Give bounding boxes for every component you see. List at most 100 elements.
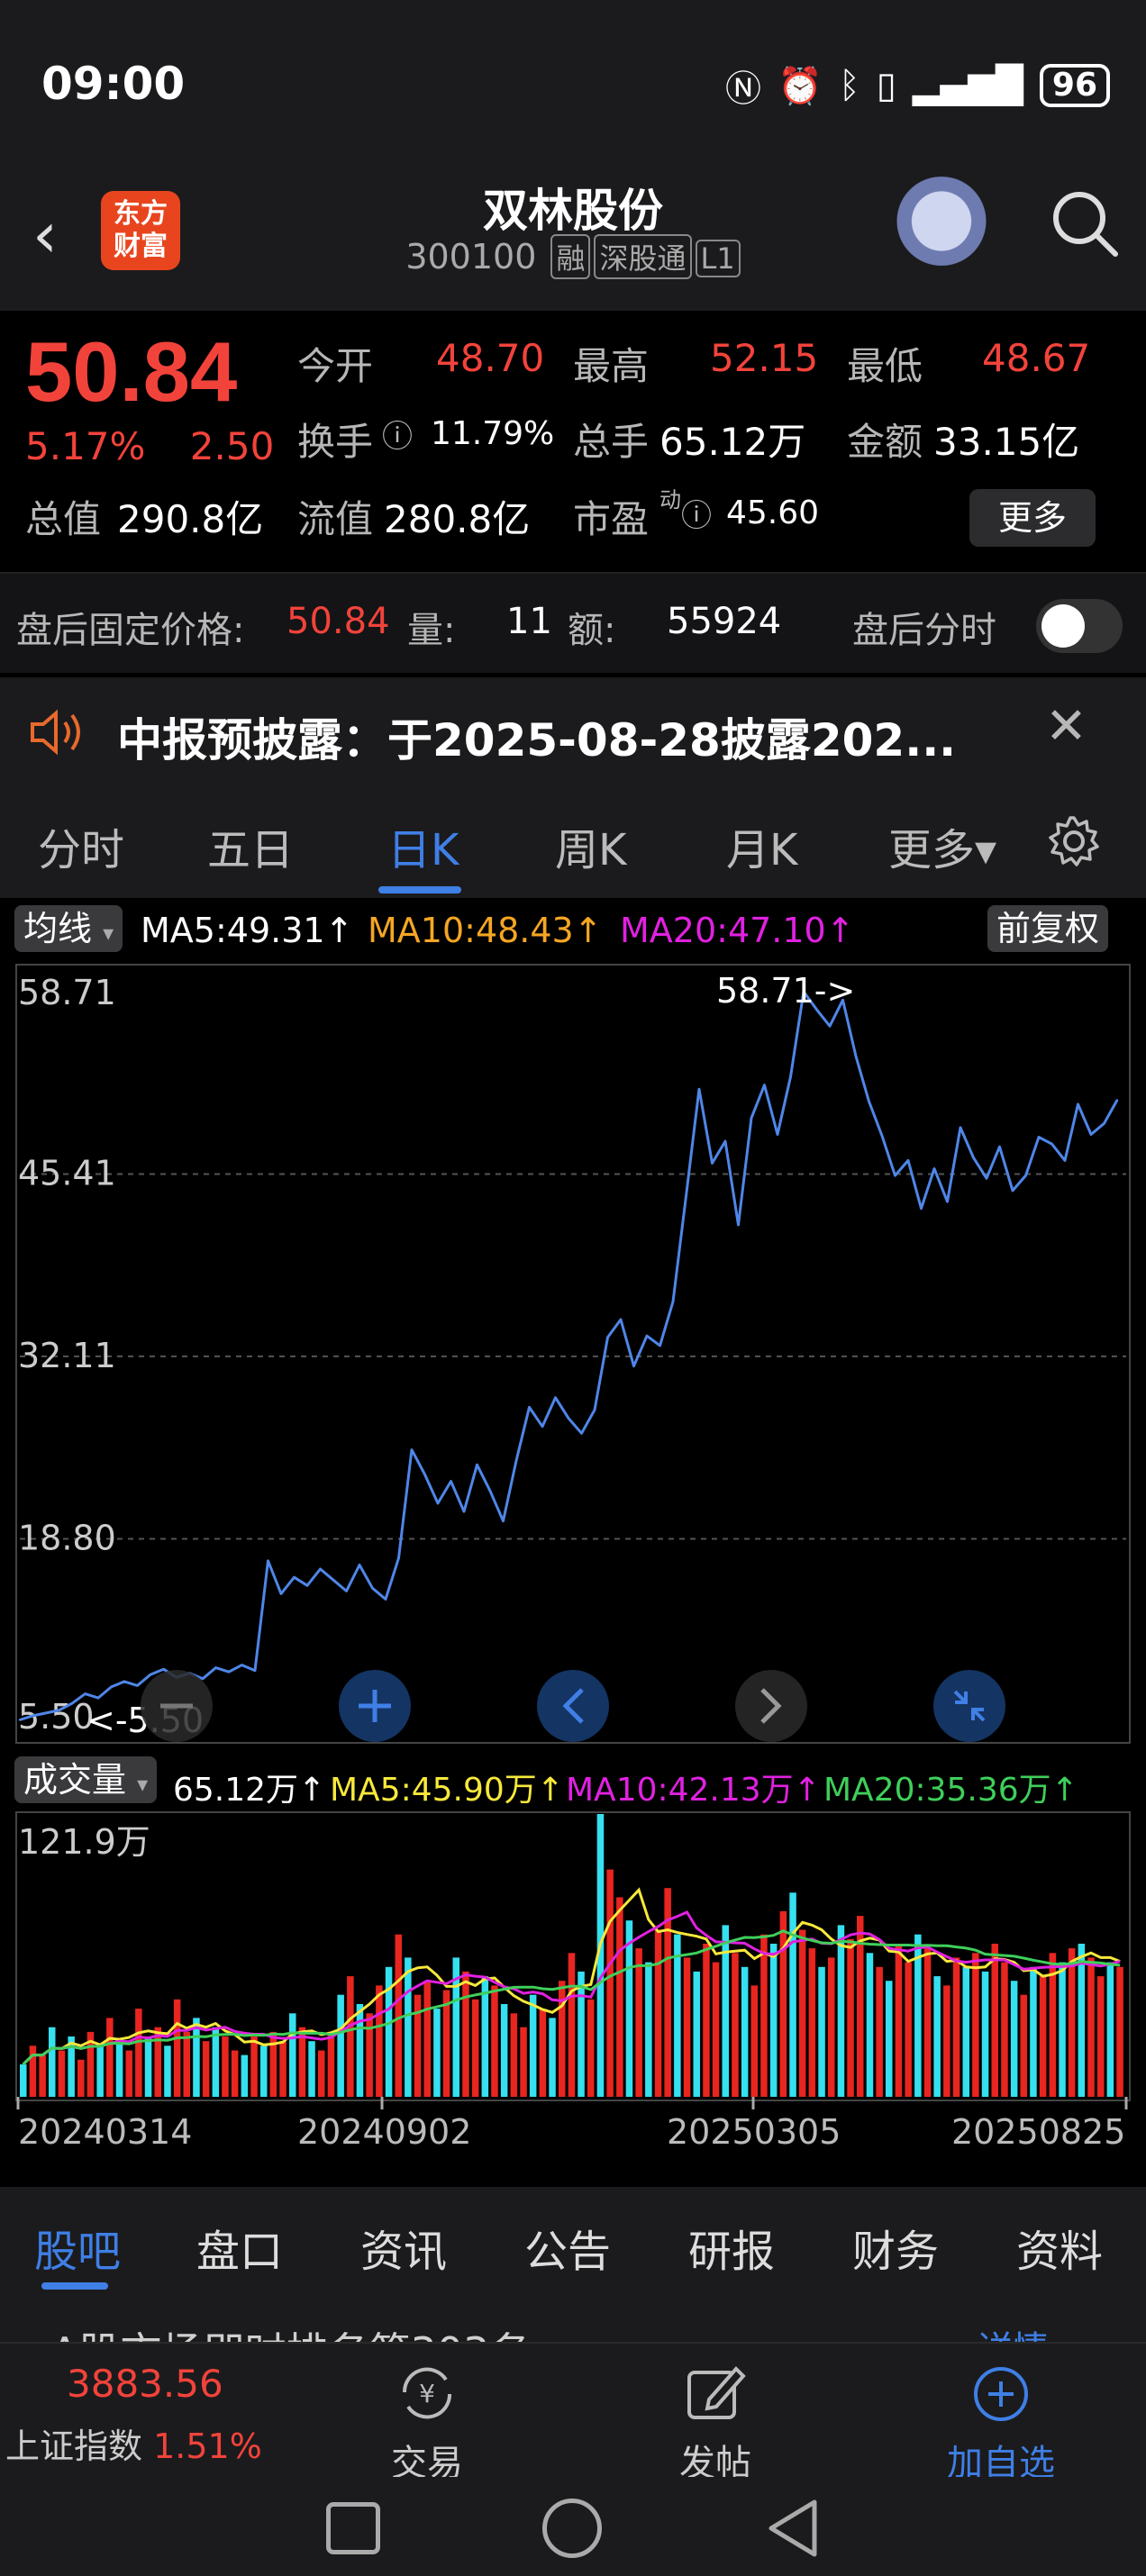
index-widget[interactable]: 3883.56 上证指数 1.51% (0, 2362, 270, 2468)
status-bar: 09:00 Ⓝ ⏰ ᛒ ▯ ▂▄▆█ 96 (0, 0, 1146, 162)
price-point (1115, 1099, 1119, 1102)
vol-ma10-label: MA10:42.13万↑ (566, 1772, 821, 1809)
tab-research[interactable]: 研报 (688, 2216, 775, 2279)
price-point (410, 1448, 414, 1451)
price-point (345, 1590, 348, 1592)
tab-weekly-k[interactable]: 周K (555, 814, 626, 877)
tab-more[interactable]: 更多▾ (888, 814, 996, 877)
ma20-label: MA20:47.10↑ (620, 911, 855, 950)
indicator-selector[interactable]: 均线 ▾ (14, 905, 123, 952)
price-point (462, 1510, 466, 1513)
volume-bar (952, 1957, 960, 2097)
volume-selector[interactable]: 成交量 ▾ (14, 1756, 158, 1803)
volume-bar (135, 2009, 142, 2097)
date-tick-label: 20250825 (951, 2112, 1125, 2152)
volume-bar (39, 2054, 46, 2097)
volume-bar (1030, 1966, 1037, 2097)
volume-bar (587, 1999, 595, 2097)
price-axis-label: 45.41 (18, 1153, 116, 1193)
recent-apps-button[interactable] (326, 2502, 380, 2554)
pe-superscript: 动 (659, 487, 681, 512)
tab-order-book[interactable]: 盘口 (196, 2216, 283, 2279)
volume-bar (423, 1981, 431, 2097)
tab-profile[interactable]: 资料 (1016, 2216, 1103, 2279)
more-button[interactable]: 更多 (969, 489, 1096, 547)
ma-legend-row: 均线 ▾ MA5:49.31↑ MA10:48.43↑ MA20:47.10↑ … (0, 898, 1146, 957)
details-link[interactable]: 详情» (977, 2320, 1070, 2342)
volume-bar (433, 2009, 441, 2097)
tab-news[interactable]: 资讯 (360, 2216, 447, 2279)
price-point (541, 1425, 544, 1428)
indicator-selector-label: 均线 (23, 909, 93, 948)
info-icon[interactable]: ⓘ (382, 412, 413, 456)
volume-bar (789, 1892, 796, 2097)
back-nav-button[interactable] (764, 2497, 822, 2560)
tab-guba[interactable]: 股吧 (34, 2216, 121, 2279)
volume-bar (462, 1971, 469, 2097)
status-icons: Ⓝ ⏰ ᛒ ▯ ▂▄▆█ 96 (725, 59, 1110, 112)
volume-bar (269, 2031, 277, 2097)
rank-teaser[interactable]: A股市场即时排名第303名 详情» (0, 2297, 1146, 2342)
volume-bar (895, 1944, 903, 2097)
price-point (737, 1223, 740, 1227)
volume-bar (395, 1934, 402, 2097)
price-axis-label: 18.80 (18, 1519, 116, 1558)
tab-announcements[interactable]: 公告 (524, 2216, 611, 2279)
trade-button[interactable]: ¥ 交易 (373, 2362, 481, 2486)
price-point (828, 1025, 832, 1028)
close-icon[interactable]: ✕ (1045, 697, 1087, 756)
date-axis: 20240314 20240902 20250305 20250825 (16, 2097, 1128, 2152)
tab-financials[interactable]: 财务 (852, 2216, 939, 2279)
volume-chart[interactable]: 121.9万 20240314 20240902 20250305 20250825 (0, 1809, 1146, 2187)
tab-intraday[interactable]: 分时 (38, 814, 124, 877)
tab-five-day[interactable]: 五日 (207, 814, 294, 877)
scroll-right-button[interactable] (735, 1670, 807, 1742)
pe-info-icon[interactable]: ⓘ (681, 491, 712, 535)
float-label: 流值 (297, 497, 374, 541)
price-point (959, 1126, 962, 1129)
volume-bar (981, 1971, 989, 2097)
price-point (450, 1480, 452, 1483)
price-point (985, 1176, 988, 1180)
nfc-icon: Ⓝ (725, 68, 762, 110)
vol-ma20-label: MA20:35.36万↑ (823, 1772, 1078, 1809)
scroll-left-button[interactable] (537, 1670, 609, 1742)
price-point (502, 1519, 505, 1522)
price-chart[interactable]: 58.7145.4132.1118.805.50 58.71-> <-5.50 (0, 957, 1146, 1750)
index-line: 上证指数 1.51% (5, 2418, 262, 2468)
volume-bar (96, 2045, 104, 2097)
volume-bar (923, 1948, 932, 2097)
turnover-value: 11.79% (431, 415, 555, 452)
price-point (711, 1162, 714, 1165)
price-point (671, 1300, 675, 1303)
collapse-button[interactable] (933, 1670, 1005, 1742)
price-point (567, 1417, 570, 1420)
adjust-button[interactable]: 前复权 (987, 905, 1109, 952)
tab-daily-k[interactable]: 日K (387, 814, 459, 877)
price-point (854, 1055, 858, 1057)
price-point (1011, 1189, 1014, 1193)
price-point (685, 1194, 687, 1198)
volume-bar (29, 2045, 37, 2097)
post-button[interactable]: 发帖 (661, 2362, 769, 2486)
price-point (214, 1666, 217, 1669)
add-watchlist-button[interactable]: 加自选 (933, 2362, 1069, 2486)
price-point (1050, 1142, 1053, 1146)
search-icon[interactable] (1045, 184, 1126, 265)
price-point (1024, 1174, 1027, 1177)
price-point (423, 1473, 426, 1476)
last-price: 50.84 (25, 324, 238, 419)
after-timeshare-toggle[interactable] (1036, 599, 1123, 653)
high-label: 最高 (573, 344, 650, 388)
after-price-label: 盘后固定价格: (16, 610, 245, 651)
tab-monthly-k[interactable]: 月K (726, 814, 797, 877)
notice-banner[interactable]: 中报预披露：于2025-08-28披露202... ✕ (0, 677, 1146, 785)
price-point (1103, 1122, 1105, 1125)
volume-bar (471, 1999, 479, 2097)
volume-bar (732, 1953, 739, 2097)
assistant-avatar-icon[interactable] (892, 177, 991, 276)
volume-bar (1068, 1948, 1076, 2097)
connect-tag: 深股通 (594, 234, 692, 279)
home-button[interactable] (542, 2499, 602, 2558)
settings-gear-icon[interactable] (1045, 812, 1103, 870)
